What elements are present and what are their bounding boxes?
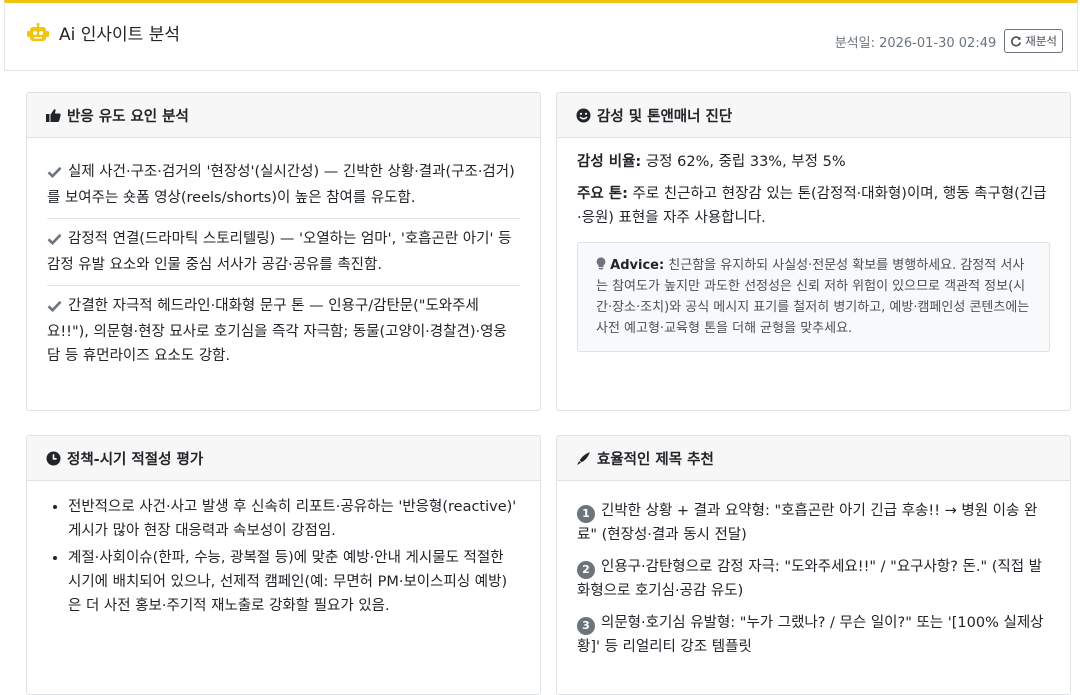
refresh-icon [1010, 35, 1022, 47]
check-icon [47, 229, 62, 253]
timing-list: 전반적으로 사건·사고 발생 후 신속히 리포트·공유하는 '반응형(react… [47, 495, 520, 618]
factor-text: 감정적 연결(드라마틱 스토리텔링) — '오열하는 엄마', '호흡곤란 아기… [47, 231, 512, 273]
title-text: Ai 인사이트 분석 [59, 25, 180, 45]
factor-text: 간결한 자극적 헤드라인·대화형 문구 톤 — 인용구/감탄문("도와주세요!!… [47, 298, 507, 364]
response-factors-card: 반응 유도 요인 분석 실제 사건·구조·검거의 '현장성'(실시간성) — 긴… [26, 92, 541, 411]
tone-value: 주로 친근하고 현장감 있는 톤(감정적·대화형)이며, 행동 촉구형(긴급·응… [577, 186, 1047, 226]
robot-icon [27, 22, 49, 43]
factor-item: 간결한 자극적 헤드라인·대화형 문구 톤 — 인용구/감탄문("도와주세요!!… [47, 286, 520, 376]
title-suggestion: 2 인용구·감탄형으로 감정 자극: "도와주세요!!" / "요구사항? 돈."… [577, 555, 1050, 603]
clock-icon [46, 451, 61, 466]
list-item: 전반적으로 사건·사고 발생 후 신속히 리포트·공유하는 '반응형(react… [68, 495, 520, 543]
sentiment-ratio: 감성 비율: 긍정 62%, 중립 33%, 부정 5% [577, 150, 1050, 174]
reanalyze-button[interactable]: 재분석 [1004, 29, 1063, 53]
factor-item: 실제 사건·구조·검거의 '현장성'(실시간성) — 긴박한 상황·결과(구조·… [47, 152, 520, 219]
header-meta: 분석일: 2026-01-30 02:49 재분석 [835, 29, 1063, 53]
response-factors-body: 실제 사건·구조·검거의 '현장성'(실시간성) — 긴박한 상황·결과(구조·… [27, 138, 540, 388]
check-icon [47, 162, 62, 186]
sentiment-body: 감성 비율: 긍정 62%, 중립 33%, 부정 5% 주요 톤: 주로 친근… [557, 138, 1070, 364]
analysis-date: 분석일: 2026-01-30 02:49 [834, 35, 997, 51]
timing-card: 정책-시기 적절성 평가 전반적으로 사건·사고 발생 후 신속히 리포트·공유… [26, 435, 541, 695]
title-suggestion: 1 긴박한 상황 + 결과 요약형: "호흡곤란 아기 긴급 후송!! → 병원 … [577, 499, 1050, 547]
titles-card: 효율적인 제목 추천 1 긴박한 상황 + 결과 요약형: "호흡곤란 아기 긴급… [556, 435, 1071, 695]
page-title: Ai 인사이트 분석 [27, 20, 180, 45]
number-badge: 1 [577, 505, 595, 523]
lightbulb-icon [596, 257, 606, 273]
tone-label: 주요 톤: [577, 186, 628, 202]
number-badge: 2 [577, 561, 595, 579]
title-suggestion: 3 의문형·호기심 유발형: "누가 그랬나? / 무슨 일이?" 또는 '[10… [577, 611, 1050, 659]
advice-box: Advice: 친근함을 유지하되 사실성·전문성 확보를 병행하세요. 감정적… [577, 242, 1050, 352]
factor-text: 실제 사건·구조·검거의 '현장성'(실시간성) — 긴박한 상황·결과(구조·… [47, 164, 515, 206]
timing-title: 정책-시기 적절성 평가 [67, 451, 204, 468]
timing-header: 정책-시기 적절성 평가 [27, 436, 540, 481]
sentiment-card: 감성 및 톤앤매너 진단 감성 비율: 긍정 62%, 중립 33%, 부정 5… [556, 92, 1071, 411]
reanalyze-label: 재분석 [1025, 34, 1057, 48]
ratio-value: 긍정 62%, 중립 33%, 부정 5% [641, 154, 846, 170]
list-item: 계절·사회이슈(한파, 수능, 광복절 등)에 맞춘 예방·안내 게시물도 적절… [68, 546, 520, 618]
titles-body: 1 긴박한 상황 + 결과 요약형: "호흡곤란 아기 긴급 후송!! → 병원 … [557, 481, 1070, 679]
sentiment-header: 감성 및 톤앤매너 진단 [557, 93, 1070, 138]
response-factors-title: 반응 유도 요인 분석 [67, 108, 189, 125]
advice-label: Advice: [610, 258, 665, 273]
smile-icon [576, 108, 591, 123]
ratio-label: 감성 비율: [577, 154, 642, 170]
pen-icon [576, 451, 591, 466]
header-bar: Ai 인사이트 분석 분석일: 2026-01-30 02:49 재분석 [4, 0, 1078, 71]
number-badge: 3 [577, 617, 595, 635]
response-factors-header: 반응 유도 요인 분석 [27, 93, 540, 138]
suggestion-text: 긴박한 상황 + 결과 요약형: "호흡곤란 아기 긴급 후송!! → 병원 이… [577, 503, 1038, 543]
main-tone: 주요 톤: 주로 친근하고 현장감 있는 톤(감정적·대화형)이며, 행동 촉구… [577, 182, 1050, 230]
check-icon [47, 296, 62, 320]
suggestion-text: 인용구·감탄형으로 감정 자극: "도와주세요!!" / "요구사항? 돈." … [577, 559, 1043, 599]
factor-item: 감정적 연결(드라마틱 스토리텔링) — '오열하는 엄마', '호흡곤란 아기… [47, 219, 520, 286]
timing-body: 전반적으로 사건·사고 발생 후 신속히 리포트·공유하는 '반응형(react… [27, 481, 540, 633]
suggestion-text: 의문형·호기심 유발형: "누가 그랬나? / 무슨 일이?" 또는 '[100… [577, 615, 1044, 655]
insight-page: Ai 인사이트 분석 분석일: 2026-01-30 02:49 재분석 반응 … [0, 0, 1080, 695]
sentiment-title: 감성 및 톤앤매너 진단 [597, 108, 733, 125]
thumbs-up-icon [46, 108, 61, 122]
titles-title: 효율적인 제목 추천 [597, 451, 714, 468]
titles-header: 효율적인 제목 추천 [557, 436, 1070, 481]
